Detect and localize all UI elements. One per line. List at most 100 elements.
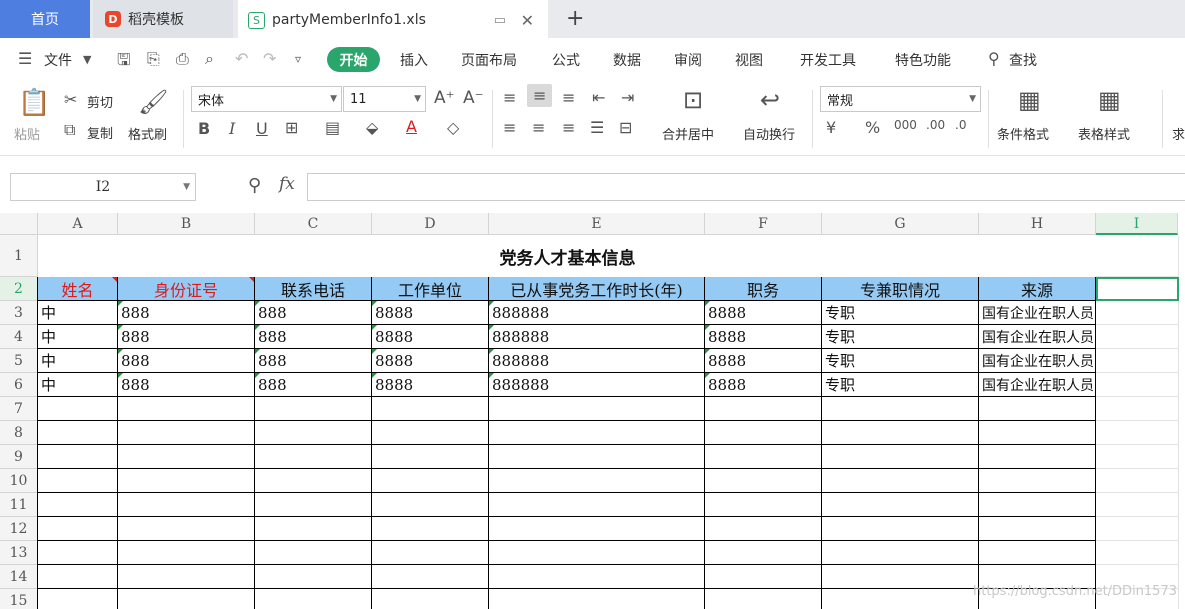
zoom-function-icon[interactable]: ⚲ <box>248 175 261 196</box>
name-box[interactable]: I2 ▼ <box>10 173 196 201</box>
merge-center-button[interactable]: 合并居中 <box>662 124 714 143</box>
empty-cell[interactable] <box>255 541 372 565</box>
empty-cell[interactable] <box>255 517 372 541</box>
data-cell-d3[interactable]: 8888 <box>372 301 489 325</box>
empty-cell[interactable] <box>822 397 979 421</box>
menu-find[interactable]: 查找 <box>1009 50 1037 70</box>
menu-formula[interactable]: 公式 <box>552 50 580 70</box>
close-icon[interactable]: ✕ <box>521 11 534 30</box>
empty-cell[interactable] <box>705 517 822 541</box>
save-icon[interactable]: 🖫 <box>117 49 131 76</box>
header-cell-a[interactable]: 姓名 <box>38 277 118 301</box>
empty-cell[interactable] <box>118 397 255 421</box>
empty-cell[interactable] <box>705 469 822 493</box>
new-tab-plus-icon[interactable]: + <box>566 6 584 31</box>
empty-cell[interactable] <box>822 565 979 589</box>
row-header-13[interactable]: 13 <box>0 541 38 565</box>
formula-input[interactable] <box>307 173 1185 201</box>
grid-cell[interactable] <box>1096 421 1179 445</box>
thousands-separator-icon[interactable]: 000 <box>894 118 917 132</box>
empty-cell[interactable] <box>489 421 705 445</box>
font-size-select[interactable]: 11 ▼ <box>343 86 426 112</box>
data-cell-e6[interactable]: 888888 <box>489 373 705 397</box>
empty-cell[interactable] <box>489 541 705 565</box>
empty-cell[interactable] <box>118 517 255 541</box>
align-top-icon[interactable]: ≡ <box>503 88 516 107</box>
empty-cell[interactable] <box>38 541 118 565</box>
empty-cell[interactable] <box>822 445 979 469</box>
chevron-down-icon[interactable]: ▼ <box>83 53 91 66</box>
print-preview-icon[interactable]: ⌕ <box>205 49 214 69</box>
wrap-text-icon[interactable]: ↩ <box>760 86 780 114</box>
empty-cell[interactable] <box>822 421 979 445</box>
row-header-11[interactable]: 11 <box>0 493 38 517</box>
data-cell-g6[interactable]: 专职 <box>822 373 979 397</box>
header-cell-g[interactable]: 专兼职情况 <box>822 277 979 301</box>
empty-cell[interactable] <box>372 589 489 609</box>
align-center-icon[interactable]: ≡ <box>532 118 545 137</box>
data-cell-f6[interactable]: 8888 <box>705 373 822 397</box>
empty-cell[interactable] <box>255 589 372 609</box>
column-header-f[interactable]: F <box>705 213 822 235</box>
data-cell-h3[interactable]: 国有企业在职人员 <box>979 301 1096 325</box>
row-header-4[interactable]: 4 <box>0 325 38 349</box>
data-cell-b6[interactable]: 888 <box>118 373 255 397</box>
increase-decimal-icon[interactable]: .00 <box>926 118 945 132</box>
row-header-14[interactable]: 14 <box>0 565 38 589</box>
header-cell-e[interactable]: 已从事党务工作时长(年) <box>489 277 705 301</box>
empty-cell[interactable] <box>979 421 1096 445</box>
eraser-icon[interactable]: ◇ <box>447 118 459 137</box>
data-cell-a3[interactable]: 中 <box>38 301 118 325</box>
currency-icon[interactable]: ¥ <box>826 118 836 137</box>
empty-cell[interactable] <box>705 397 822 421</box>
empty-cell[interactable] <box>489 589 705 609</box>
empty-cell[interactable] <box>705 445 822 469</box>
paste-icon[interactable]: 📋 <box>18 88 50 118</box>
menu-review[interactable]: 审阅 <box>674 50 702 70</box>
empty-cell[interactable] <box>38 589 118 609</box>
data-cell-e3[interactable]: 888888 <box>489 301 705 325</box>
customize-toolbar-icon[interactable]: ▿ <box>295 52 301 66</box>
row-header-15[interactable]: 15 <box>0 589 38 609</box>
empty-cell[interactable] <box>372 493 489 517</box>
data-cell-d6[interactable]: 8888 <box>372 373 489 397</box>
empty-cell[interactable] <box>118 493 255 517</box>
row-header-2[interactable]: 2 <box>0 277 38 301</box>
empty-cell[interactable] <box>979 469 1096 493</box>
data-cell-a4[interactable]: 中 <box>38 325 118 349</box>
grid-cell[interactable] <box>1096 397 1179 421</box>
copy-icon[interactable]: ⧉ <box>64 120 75 140</box>
data-cell-h4[interactable]: 国有企业在职人员 <box>979 325 1096 349</box>
column-header-b[interactable]: B <box>118 213 255 235</box>
data-cell-d5[interactable]: 8888 <box>372 349 489 373</box>
output-icon[interactable]: ⎘ <box>147 49 160 69</box>
conditional-format-button[interactable]: 条件格式 <box>997 124 1049 143</box>
empty-cell[interactable] <box>38 493 118 517</box>
underline-icon[interactable]: U <box>256 119 268 138</box>
menu-view[interactable]: 视图 <box>735 50 763 70</box>
data-cell-b5[interactable]: 888 <box>118 349 255 373</box>
empty-cell[interactable] <box>118 445 255 469</box>
grid-cell[interactable] <box>1096 493 1179 517</box>
tab-template[interactable]: D 稻壳模板 <box>93 0 233 38</box>
data-cell-f4[interactable]: 8888 <box>705 325 822 349</box>
empty-cell[interactable] <box>38 469 118 493</box>
header-cell-f[interactable]: 职务 <box>705 277 822 301</box>
table-style-icon[interactable]: ▦ <box>1098 86 1121 114</box>
grid-cell[interactable] <box>1096 517 1179 541</box>
empty-cell[interactable] <box>822 541 979 565</box>
tab-home[interactable]: 首页 <box>0 0 90 38</box>
header-cell-b[interactable]: 身份证号 <box>118 277 255 301</box>
number-format-select[interactable]: 常规 ▼ <box>820 86 981 112</box>
column-header-i[interactable]: I <box>1096 213 1178 235</box>
empty-cell[interactable] <box>372 397 489 421</box>
empty-cell[interactable] <box>255 469 372 493</box>
font-color-icon[interactable]: A <box>406 117 417 136</box>
border-icon[interactable]: ⊞ <box>285 118 298 137</box>
grid-cell[interactable] <box>1096 325 1179 349</box>
search-icon[interactable]: ⚲ <box>988 49 1000 68</box>
redo-icon[interactable]: ↷ <box>263 49 276 68</box>
empty-cell[interactable] <box>705 565 822 589</box>
empty-cell[interactable] <box>822 469 979 493</box>
row-header-3[interactable]: 3 <box>0 301 38 325</box>
